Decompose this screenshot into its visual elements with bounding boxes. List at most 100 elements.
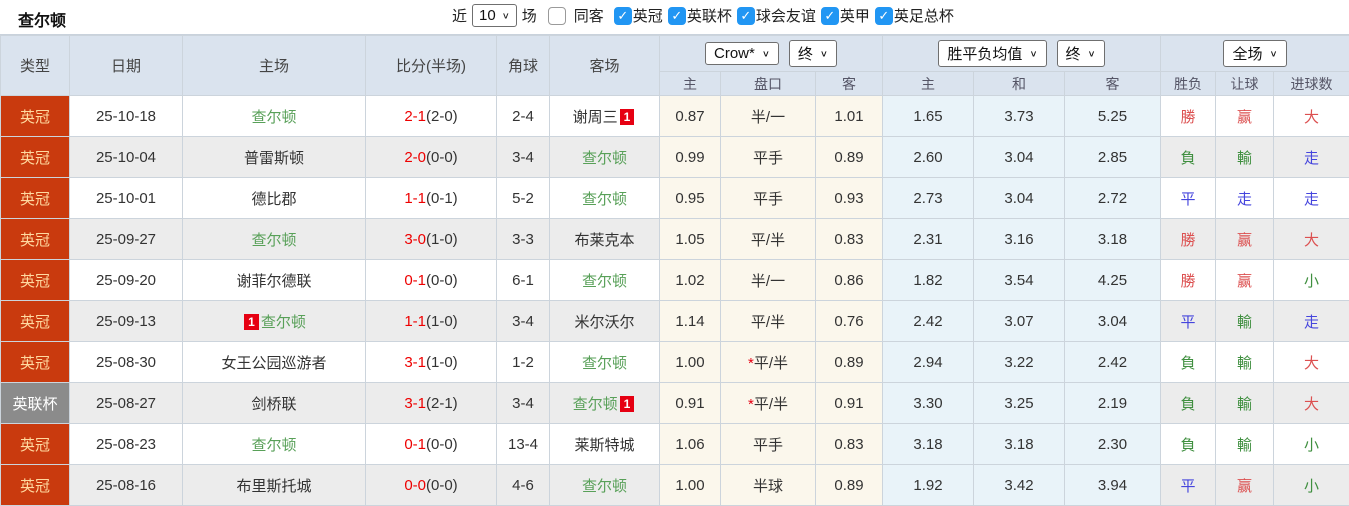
home-team-cell: 德比郡 (183, 178, 366, 219)
team-name[interactable]: 查尔顿 (582, 191, 627, 208)
col-header-away: 客场 (550, 36, 660, 96)
team-name[interactable]: 谢菲尔德联 (236, 273, 311, 290)
team-name[interactable]: 查尔顿1 (573, 396, 637, 413)
avg-draw-cell: 3.22 (974, 342, 1065, 383)
odds-away-cell: 0.83 (816, 424, 883, 465)
league-checkbox[interactable]: ✓ (668, 7, 686, 25)
team-name[interactable]: 德比郡 (251, 191, 296, 208)
odds-header-cell: Crow* ∨ 终 ∨ (660, 36, 883, 72)
league-label: 英联杯 (687, 5, 732, 26)
team-name[interactable]: 查尔顿 (582, 273, 627, 290)
avg-final-select[interactable]: 终 ∨ (1057, 40, 1105, 67)
team-name[interactable]: 查尔顿 (582, 150, 627, 167)
avg-draw-cell: 3.04 (974, 137, 1065, 178)
same-opponent-checkbox[interactable]: ✓ (548, 7, 566, 25)
corners-cell: 13-4 (497, 424, 550, 465)
league-checkbox[interactable]: ✓ (737, 7, 755, 25)
odds-home-cell: 1.00 (660, 342, 721, 383)
score-cell: 0-1(0-0) (366, 260, 497, 301)
corners-cell: 3-4 (497, 383, 550, 424)
team-name[interactable]: 普雷斯顿 (244, 150, 304, 167)
col-header-corners: 角球 (497, 36, 550, 96)
league-checkbox[interactable]: ✓ (614, 7, 632, 25)
league-checkbox[interactable]: ✓ (821, 7, 839, 25)
league-type-cell: 英冠 (1, 260, 70, 301)
team-name[interactable]: 查尔顿 (251, 232, 296, 249)
handicap-result-cell: 走 (1216, 178, 1274, 219)
team-name[interactable]: 女王公园巡游者 (221, 355, 326, 372)
league-checkbox[interactable]: ✓ (875, 7, 893, 25)
goals-result-cell: 走 (1274, 137, 1349, 178)
league-label: 球会友谊 (756, 5, 816, 26)
avg-away-cell: 5.25 (1065, 96, 1161, 137)
team-name[interactable]: 查尔顿 (582, 355, 627, 372)
score-cell: 3-1(1-0) (366, 342, 497, 383)
outcome-cell: 負 (1161, 424, 1216, 465)
corners-cell: 5-2 (497, 178, 550, 219)
team-name[interactable]: 莱斯特城 (574, 437, 634, 454)
team-name[interactable]: 谢周三1 (573, 109, 637, 126)
recent-label: 近 (452, 5, 467, 26)
team-name[interactable]: 布莱克本 (574, 232, 634, 249)
table-row: 英冠25-08-30女王公园巡游者3-1(1-0)1-2查尔顿1.00*平/半0… (1, 342, 1349, 383)
date-cell: 25-09-13 (70, 301, 183, 342)
league-type-cell: 英冠 (1, 96, 70, 137)
team-name[interactable]: 布里斯托城 (236, 478, 311, 495)
away-team-cell: 查尔顿 (550, 260, 660, 301)
handicap-result-cell: 輸 (1216, 137, 1274, 178)
chevron-down-icon: ∨ (1029, 48, 1037, 58)
home-team-cell: 布里斯托城 (183, 465, 366, 506)
halftime-score: (1-0) (426, 354, 458, 371)
handicap-cell: 半/一 (721, 96, 816, 137)
corners-cell: 3-4 (497, 301, 550, 342)
team-name[interactable]: 查尔顿 (582, 478, 627, 495)
odds-company-select[interactable]: Crow* ∨ (705, 42, 779, 65)
fullmatch-select[interactable]: 全场 ∨ (1223, 40, 1286, 67)
halftime-score: (1-0) (426, 313, 458, 330)
handicap-cell: 半/一 (721, 260, 816, 301)
sub-header-avg-home: 主 (883, 72, 974, 96)
corners-cell: 6-1 (497, 260, 550, 301)
avg-home-cell: 3.18 (883, 424, 974, 465)
team-name[interactable]: 1查尔顿 (242, 314, 306, 331)
odds-away-cell: 0.83 (816, 219, 883, 260)
home-team-cell: 查尔顿 (183, 219, 366, 260)
recent-count-select[interactable]: 10 ∨ (472, 4, 517, 27)
team-name[interactable]: 米尔沃尔 (574, 314, 634, 331)
league-type-cell: 英冠 (1, 219, 70, 260)
handicap-result-cell: 輸 (1216, 301, 1274, 342)
odds-final-select[interactable]: 终 ∨ (789, 40, 837, 67)
live-odds-star: * (748, 396, 754, 413)
corners-cell: 2-4 (497, 96, 550, 137)
fullmatch-header-cell: 全场 ∨ (1161, 36, 1349, 72)
table-row: 英冠25-08-16布里斯托城0-0(0-0)4-6查尔顿1.00半球0.891… (1, 465, 1349, 506)
avg-away-cell: 3.18 (1065, 219, 1161, 260)
goals-result-cell: 小 (1274, 260, 1349, 301)
avg-away-cell: 3.94 (1065, 465, 1161, 506)
outcome-cell: 勝 (1161, 96, 1216, 137)
chevron-down-icon: ∨ (1088, 48, 1096, 58)
odds-final-value: 终 (798, 43, 813, 64)
home-team-cell: 女王公园巡游者 (183, 342, 366, 383)
odds-home-cell: 0.99 (660, 137, 721, 178)
score-cell: 3-0(1-0) (366, 219, 497, 260)
team-name[interactable]: 查尔顿 (251, 437, 296, 454)
team-name[interactable]: 查尔顿 (251, 109, 296, 126)
odds-home-cell: 0.95 (660, 178, 721, 219)
corners-cell: 3-4 (497, 137, 550, 178)
table-row: 英联杯25-08-27剑桥联3-1(2-1)3-4查尔顿10.91*平/半0.9… (1, 383, 1349, 424)
avg-draw-cell: 3.25 (974, 383, 1065, 424)
avg-away-cell: 2.72 (1065, 178, 1161, 219)
league-label: 英足总杯 (894, 5, 954, 26)
league-type-cell: 英冠 (1, 137, 70, 178)
col-header-type: 类型 (1, 36, 70, 96)
league-type-cell: 英联杯 (1, 383, 70, 424)
avg-type-select[interactable]: 胜平负均值 ∨ (938, 40, 1046, 67)
avg-draw-cell: 3.18 (974, 424, 1065, 465)
odds-away-cell: 0.93 (816, 178, 883, 219)
card-badge: 1 (244, 314, 259, 330)
date-cell: 25-08-23 (70, 424, 183, 465)
recent-count-value: 10 (479, 7, 496, 24)
team-name[interactable]: 剑桥联 (251, 396, 296, 413)
sub-header-outcome: 胜负 (1161, 72, 1216, 96)
